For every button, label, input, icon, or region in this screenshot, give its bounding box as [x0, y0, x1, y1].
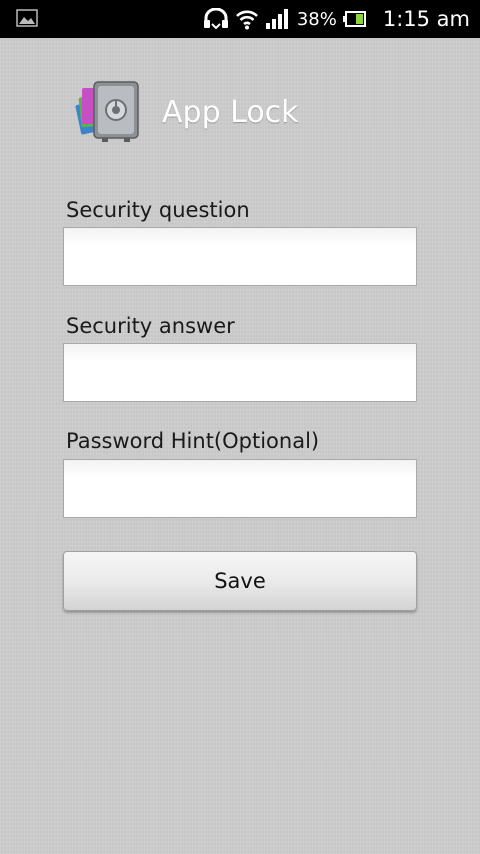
signal-icon — [265, 9, 288, 29]
save-button[interactable]: Save — [63, 551, 417, 611]
vault-lock-icon — [75, 81, 139, 142]
password-hint-label: Password Hint(Optional) — [66, 429, 320, 453]
wifi-icon — [235, 10, 258, 30]
status-bar: 38% 1:15 am — [0, 0, 480, 38]
app-screen: App Lock Security question Security answ… — [0, 38, 480, 854]
app-title: App Lock — [162, 94, 299, 130]
security-question-input[interactable] — [63, 227, 417, 286]
headset-icon — [203, 8, 228, 30]
battery-icon — [342, 11, 366, 27]
security-question-label: Security question — [66, 198, 250, 222]
security-answer-label: Security answer — [66, 314, 235, 338]
password-hint-input[interactable] — [63, 459, 417, 518]
image-notification-icon — [16, 9, 38, 27]
battery-percent: 38% — [296, 8, 337, 30]
security-answer-input[interactable] — [63, 343, 417, 402]
app-header: App Lock — [72, 76, 299, 148]
status-time: 1:15 am — [382, 7, 470, 31]
status-icons: 38% 1:15 am — [203, 0, 470, 38]
